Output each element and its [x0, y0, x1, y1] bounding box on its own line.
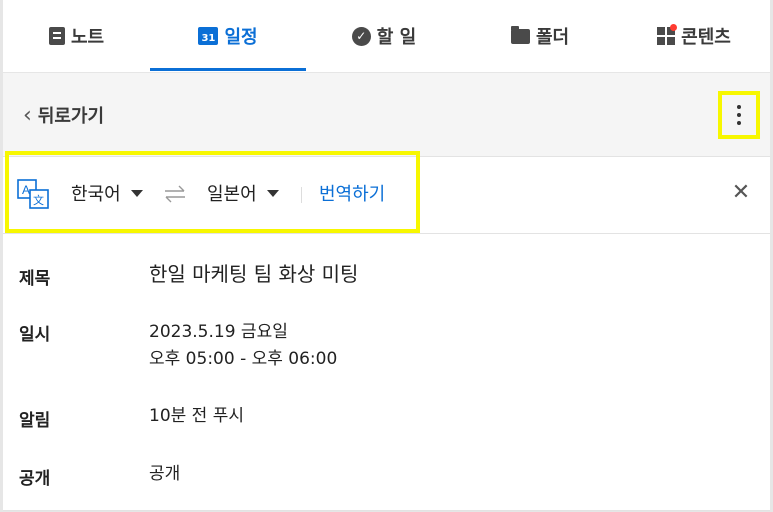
date-row: 일시 2023.5.19 금요일 오후 05:00 - 오후 06:00: [19, 320, 337, 373]
more-options-button[interactable]: [718, 91, 760, 139]
folder-icon: [510, 25, 530, 44]
source-language-label: 한국어: [71, 184, 121, 205]
tab-folder[interactable]: 폴더: [462, 0, 618, 72]
more-dot-icon: [737, 113, 741, 117]
date-line: 2023.5.19 금요일: [149, 322, 288, 342]
chevron-left-icon: ‹: [23, 102, 32, 128]
back-button[interactable]: ‹ 뒤로가기: [23, 102, 104, 128]
divider: [301, 187, 302, 203]
svg-text:A: A: [22, 183, 30, 197]
date-key: 일시: [19, 325, 51, 345]
translation-bar: A 文 한국어 일본어 번역하기 ✕: [3, 151, 770, 234]
tab-todo[interactable]: ✓ 할 일: [306, 0, 462, 72]
top-tab-bar: 노트 31 일정 ✓ 할 일 폴더 콘텐츠: [3, 0, 770, 73]
alarm-row: 알림 10분 전 푸시: [19, 406, 244, 431]
back-bar: ‹ 뒤로가기: [3, 73, 770, 157]
title-value: 한일 마케팅 팀 화상 미팅: [149, 262, 359, 286]
tab-content[interactable]: 콘텐츠: [618, 0, 770, 72]
translate-button[interactable]: 번역하기: [319, 180, 385, 206]
caret-down-icon: [266, 189, 279, 197]
close-icon[interactable]: ✕: [730, 180, 752, 205]
more-dot-icon: [737, 121, 741, 125]
visibility-row: 공개 공개: [19, 464, 180, 489]
tab-schedule-label: 일정: [224, 27, 258, 48]
time-line: 오후 05:00 - 오후 06:00: [149, 349, 338, 369]
calendar-icon: 31: [198, 27, 219, 45]
source-language-select[interactable]: 한국어: [71, 180, 143, 206]
target-language-select[interactable]: 일본어: [207, 180, 279, 206]
tab-schedule[interactable]: 31 일정: [150, 0, 306, 72]
event-detail-screen: 노트 31 일정 ✓ 할 일 폴더 콘텐츠 ‹ 뒤로가기 A 文 한국어 일본어…: [3, 0, 770, 511]
translate-icon: A 文: [17, 179, 49, 209]
alarm-value: 10분 전 푸시: [149, 406, 244, 426]
visibility-key: 공개: [19, 469, 51, 489]
back-label: 뒤로가기: [37, 106, 105, 127]
content-grid-icon: [657, 24, 678, 45]
note-icon: [48, 27, 65, 45]
check-circle-icon: ✓: [351, 26, 371, 46]
tab-note[interactable]: 노트: [3, 0, 150, 72]
tab-folder-label: 폴더: [535, 27, 570, 48]
title-row: 제목 한일 마케팅 팀 화상 미팅: [19, 262, 359, 289]
tab-content-label: 콘텐츠: [681, 27, 731, 48]
svg-text:文: 文: [33, 193, 44, 207]
target-language-label: 일본어: [207, 184, 257, 205]
tab-todo-label: 할 일: [376, 27, 417, 48]
more-dot-icon: [737, 105, 741, 109]
title-key: 제목: [19, 269, 51, 289]
visibility-value: 공개: [149, 464, 181, 484]
active-tab-indicator: [150, 68, 306, 71]
date-value: 2023.5.19 금요일 오후 05:00 - 오후 06:00: [149, 319, 337, 373]
swap-languages-icon[interactable]: [163, 183, 187, 205]
alarm-key: 알림: [19, 411, 51, 431]
tab-note-label: 노트: [70, 27, 105, 48]
caret-down-icon: [130, 189, 143, 197]
